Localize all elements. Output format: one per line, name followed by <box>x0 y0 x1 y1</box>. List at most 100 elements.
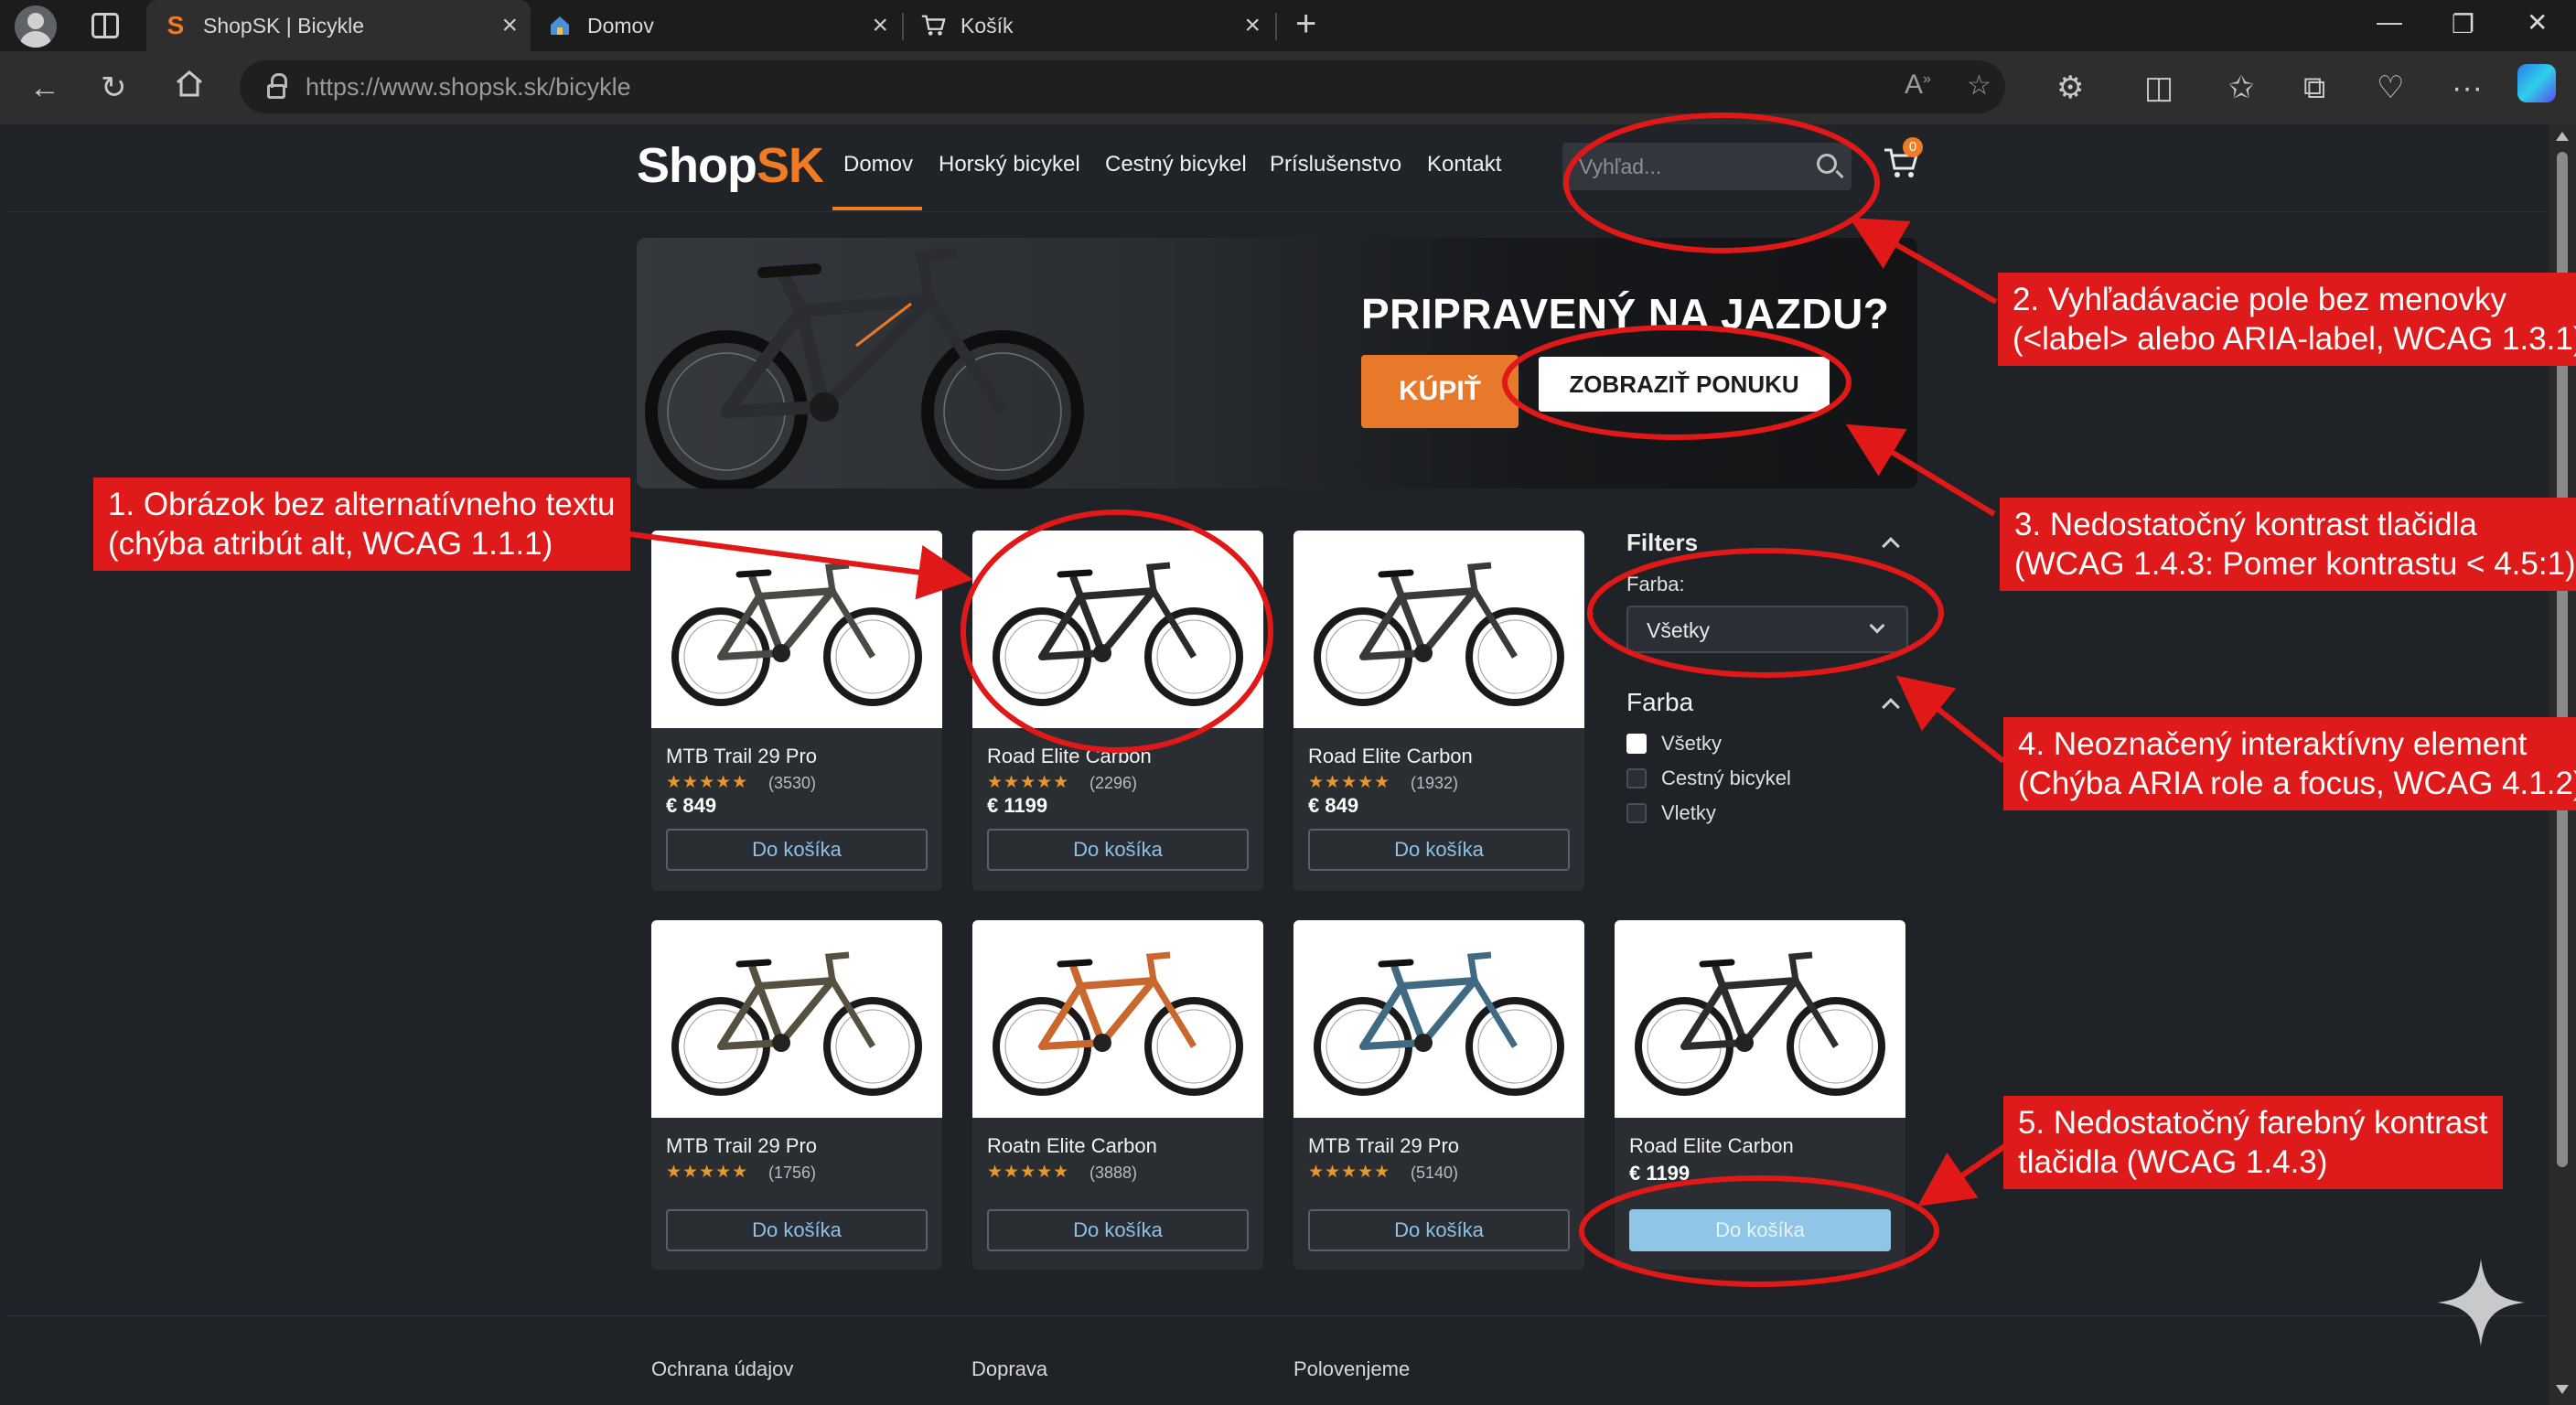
checkbox-checked[interactable] <box>1626 734 1647 754</box>
product-name[interactable]: MTB Trail 29 Pro <box>666 745 817 768</box>
checkbox[interactable] <box>1626 768 1647 788</box>
product-image[interactable] <box>1615 920 1905 1118</box>
close-icon[interactable]: × <box>872 10 888 41</box>
rating-stars-icon: ★★★★★ <box>987 773 1070 792</box>
tab-kosik[interactable]: Košík × <box>904 0 1273 51</box>
url-text[interactable]: https://www.shopsk.sk/bicykle <box>306 73 631 102</box>
product-name[interactable]: Road Elite Carbon <box>1308 745 1473 768</box>
scroll-down-arrow-icon[interactable] <box>2556 1385 2569 1394</box>
split-screen-icon[interactable]: ◫ <box>2144 70 2174 106</box>
footer-link-shipping[interactable]: Doprava <box>971 1357 1047 1381</box>
product-image[interactable] <box>1293 531 1584 728</box>
product-name[interactable]: MTB Trail 29 Pro <box>1308 1134 1459 1158</box>
buy-button[interactable]: KÚPIŤ <box>1361 355 1519 428</box>
add-to-cart-button[interactable]: Do košíka <box>1629 1209 1891 1251</box>
product-card[interactable]: Road Elite Carbon € 1199 Do košíka <box>1615 920 1905 1270</box>
color-filter-label: Farba: <box>1626 573 1685 595</box>
nav-prislusenstvo[interactable]: Príslušenstvo <box>1270 152 1401 177</box>
product-name[interactable]: MTB Trail 29 Pro <box>666 1134 817 1158</box>
tab-domov[interactable]: Domov × <box>531 0 901 51</box>
product-card[interactable]: Roatn Elite Carbon ★★★★★ (3888) Do košíka <box>972 920 1263 1270</box>
add-to-cart-button[interactable]: Do košíka <box>666 1209 928 1251</box>
rating-stars-icon: ★★★★★ <box>1308 1163 1391 1182</box>
product-image[interactable] <box>1293 920 1584 1118</box>
product-name[interactable]: Roatn Elite Carbon <box>987 1134 1157 1158</box>
back-icon[interactable]: ← <box>29 70 60 106</box>
footer-link-privacy[interactable]: Ochrana údajov <box>651 1357 793 1381</box>
browser-tab-strip: S ShopSK | Bicykle × Domov × Košík × + —… <box>0 0 2576 51</box>
new-tab-icon[interactable]: + <box>1295 4 1316 45</box>
add-to-cart-button[interactable]: Do košíka <box>666 829 928 871</box>
bike-image <box>993 951 1243 1096</box>
nav-horsky-bicykel[interactable]: Horský bicykel <box>939 152 1080 177</box>
search-box[interactable] <box>1562 143 1852 190</box>
rating-stars-icon: ★★★★★ <box>666 773 749 792</box>
collections-icon[interactable]: ⧉ <box>2303 70 2325 106</box>
address-bar[interactable]: https://www.shopsk.sk/bicykle A» ☆ <box>240 60 2005 113</box>
nav-cestny-bicykel[interactable]: Cestný bicykel <box>1105 152 1247 177</box>
add-to-cart-button[interactable]: Do košíka <box>1308 829 1570 871</box>
nav-kontakt[interactable]: Kontakt <box>1427 152 1501 177</box>
add-to-cart-button[interactable]: Do košíka <box>987 1209 1249 1251</box>
product-card[interactable]: MTB Trail 29 Pro ★★★★★ (1756) Do košíka <box>651 920 942 1270</box>
tab-shopsk[interactable]: S ShopSK | Bicykle × <box>146 0 531 51</box>
favorites-icon[interactable]: ✩ <box>2228 70 2255 106</box>
read-aloud-icon[interactable]: A» <box>1905 70 1931 101</box>
product-card[interactable]: Road Elite Carbon ★★★★★ (2296) € 1199 Do koš… <box>972 531 1263 891</box>
filter-option[interactable]: Všetky <box>1626 732 1722 756</box>
restore-icon[interactable]: ❐ <box>2452 9 2474 39</box>
product-card[interactable]: Road Elite Carbon ★★★★★ (1932) € 849 Do koší… <box>1293 531 1584 891</box>
filter-option-label: Všetky <box>1661 732 1723 755</box>
filter-option[interactable]: Cestný bicykel <box>1626 767 1791 790</box>
window-close-icon[interactable]: ✕ <box>2527 7 2548 38</box>
search-icon[interactable] <box>1817 154 1837 174</box>
product-image[interactable] <box>651 531 942 728</box>
show-offer-button[interactable]: ZOBRAZIŤ PONUKU <box>1539 357 1830 412</box>
extensions-icon[interactable]: ⚙ <box>2056 70 2084 106</box>
copilot-icon[interactable] <box>2517 64 2556 102</box>
shopsk-favicon-icon: S <box>166 11 185 39</box>
favorite-star-icon[interactable]: ☆ <box>1967 70 1991 102</box>
chevron-up-icon[interactable] <box>1882 537 1900 555</box>
cart-count-badge: 0 <box>1903 137 1923 157</box>
chevron-up-icon[interactable] <box>1882 698 1900 716</box>
footer-link-other[interactable]: Polovenjeme <box>1293 1357 1410 1381</box>
hero-banner: PRIPRAVENÝ NA JAZDU? KÚPIŤ ZOBRAZIŤ PONU… <box>637 238 1917 488</box>
close-icon[interactable]: × <box>1244 10 1261 41</box>
product-card[interactable]: MTB Trail 29 Pro ★★★★★ (5140) Do košíka <box>1293 920 1584 1270</box>
product-image[interactable] <box>972 531 1263 728</box>
bike-image <box>1314 951 1564 1096</box>
site-logo[interactable]: ShopSK <box>637 137 824 194</box>
color-select[interactable]: Všetky <box>1626 606 1908 653</box>
review-count: (3530) <box>768 774 817 792</box>
add-to-cart-button[interactable]: Do košíka <box>1308 1209 1570 1251</box>
color-group-heading: Farba <box>1626 688 1694 716</box>
tab-title: Domov <box>587 13 654 38</box>
close-icon[interactable]: × <box>501 10 518 41</box>
product-image[interactable] <box>972 920 1263 1118</box>
minimize-icon[interactable]: — <box>2377 7 2402 37</box>
add-to-cart-button[interactable]: Do košíka <box>987 829 1249 871</box>
product-price: € 849 <box>1308 794 1359 817</box>
tab-actions-icon[interactable] <box>91 13 119 38</box>
product-card[interactable]: MTB Trail 29 Pro ★★★★★ (3530) € 849 Do košík… <box>651 531 942 891</box>
product-image[interactable] <box>651 920 942 1118</box>
checkbox[interactable] <box>1626 803 1647 823</box>
more-icon[interactable]: ··· <box>2452 70 2483 106</box>
annotation-text: (chýba atribút alt, WCAG 1.1.1) <box>108 526 553 562</box>
hero-bike-image <box>645 247 1084 488</box>
filter-option[interactable]: Vletky <box>1626 801 1716 825</box>
product-name[interactable]: Road Elite Carbon <box>1629 1134 1794 1158</box>
profile-icon[interactable] <box>15 5 57 48</box>
home-icon[interactable] <box>174 68 205 107</box>
scroll-up-arrow-icon[interactable] <box>2556 132 2569 141</box>
nav-domov[interactable]: Domov <box>843 152 913 177</box>
search-input[interactable] <box>1562 145 1800 188</box>
lock-icon[interactable] <box>267 73 287 99</box>
browser-essentials-icon[interactable]: ♡ <box>2377 70 2404 106</box>
product-price: € 1199 <box>987 794 1048 817</box>
annotation-text: 3. Nedostatočný kontrast tlačidla <box>2014 507 2477 542</box>
product-name[interactable]: Road Elite Carbon <box>987 745 1152 768</box>
annotation-4: 4. Neoznačený interaktívny element (Chýb… <box>2003 717 2576 810</box>
reload-icon[interactable]: ↻ <box>101 70 127 106</box>
